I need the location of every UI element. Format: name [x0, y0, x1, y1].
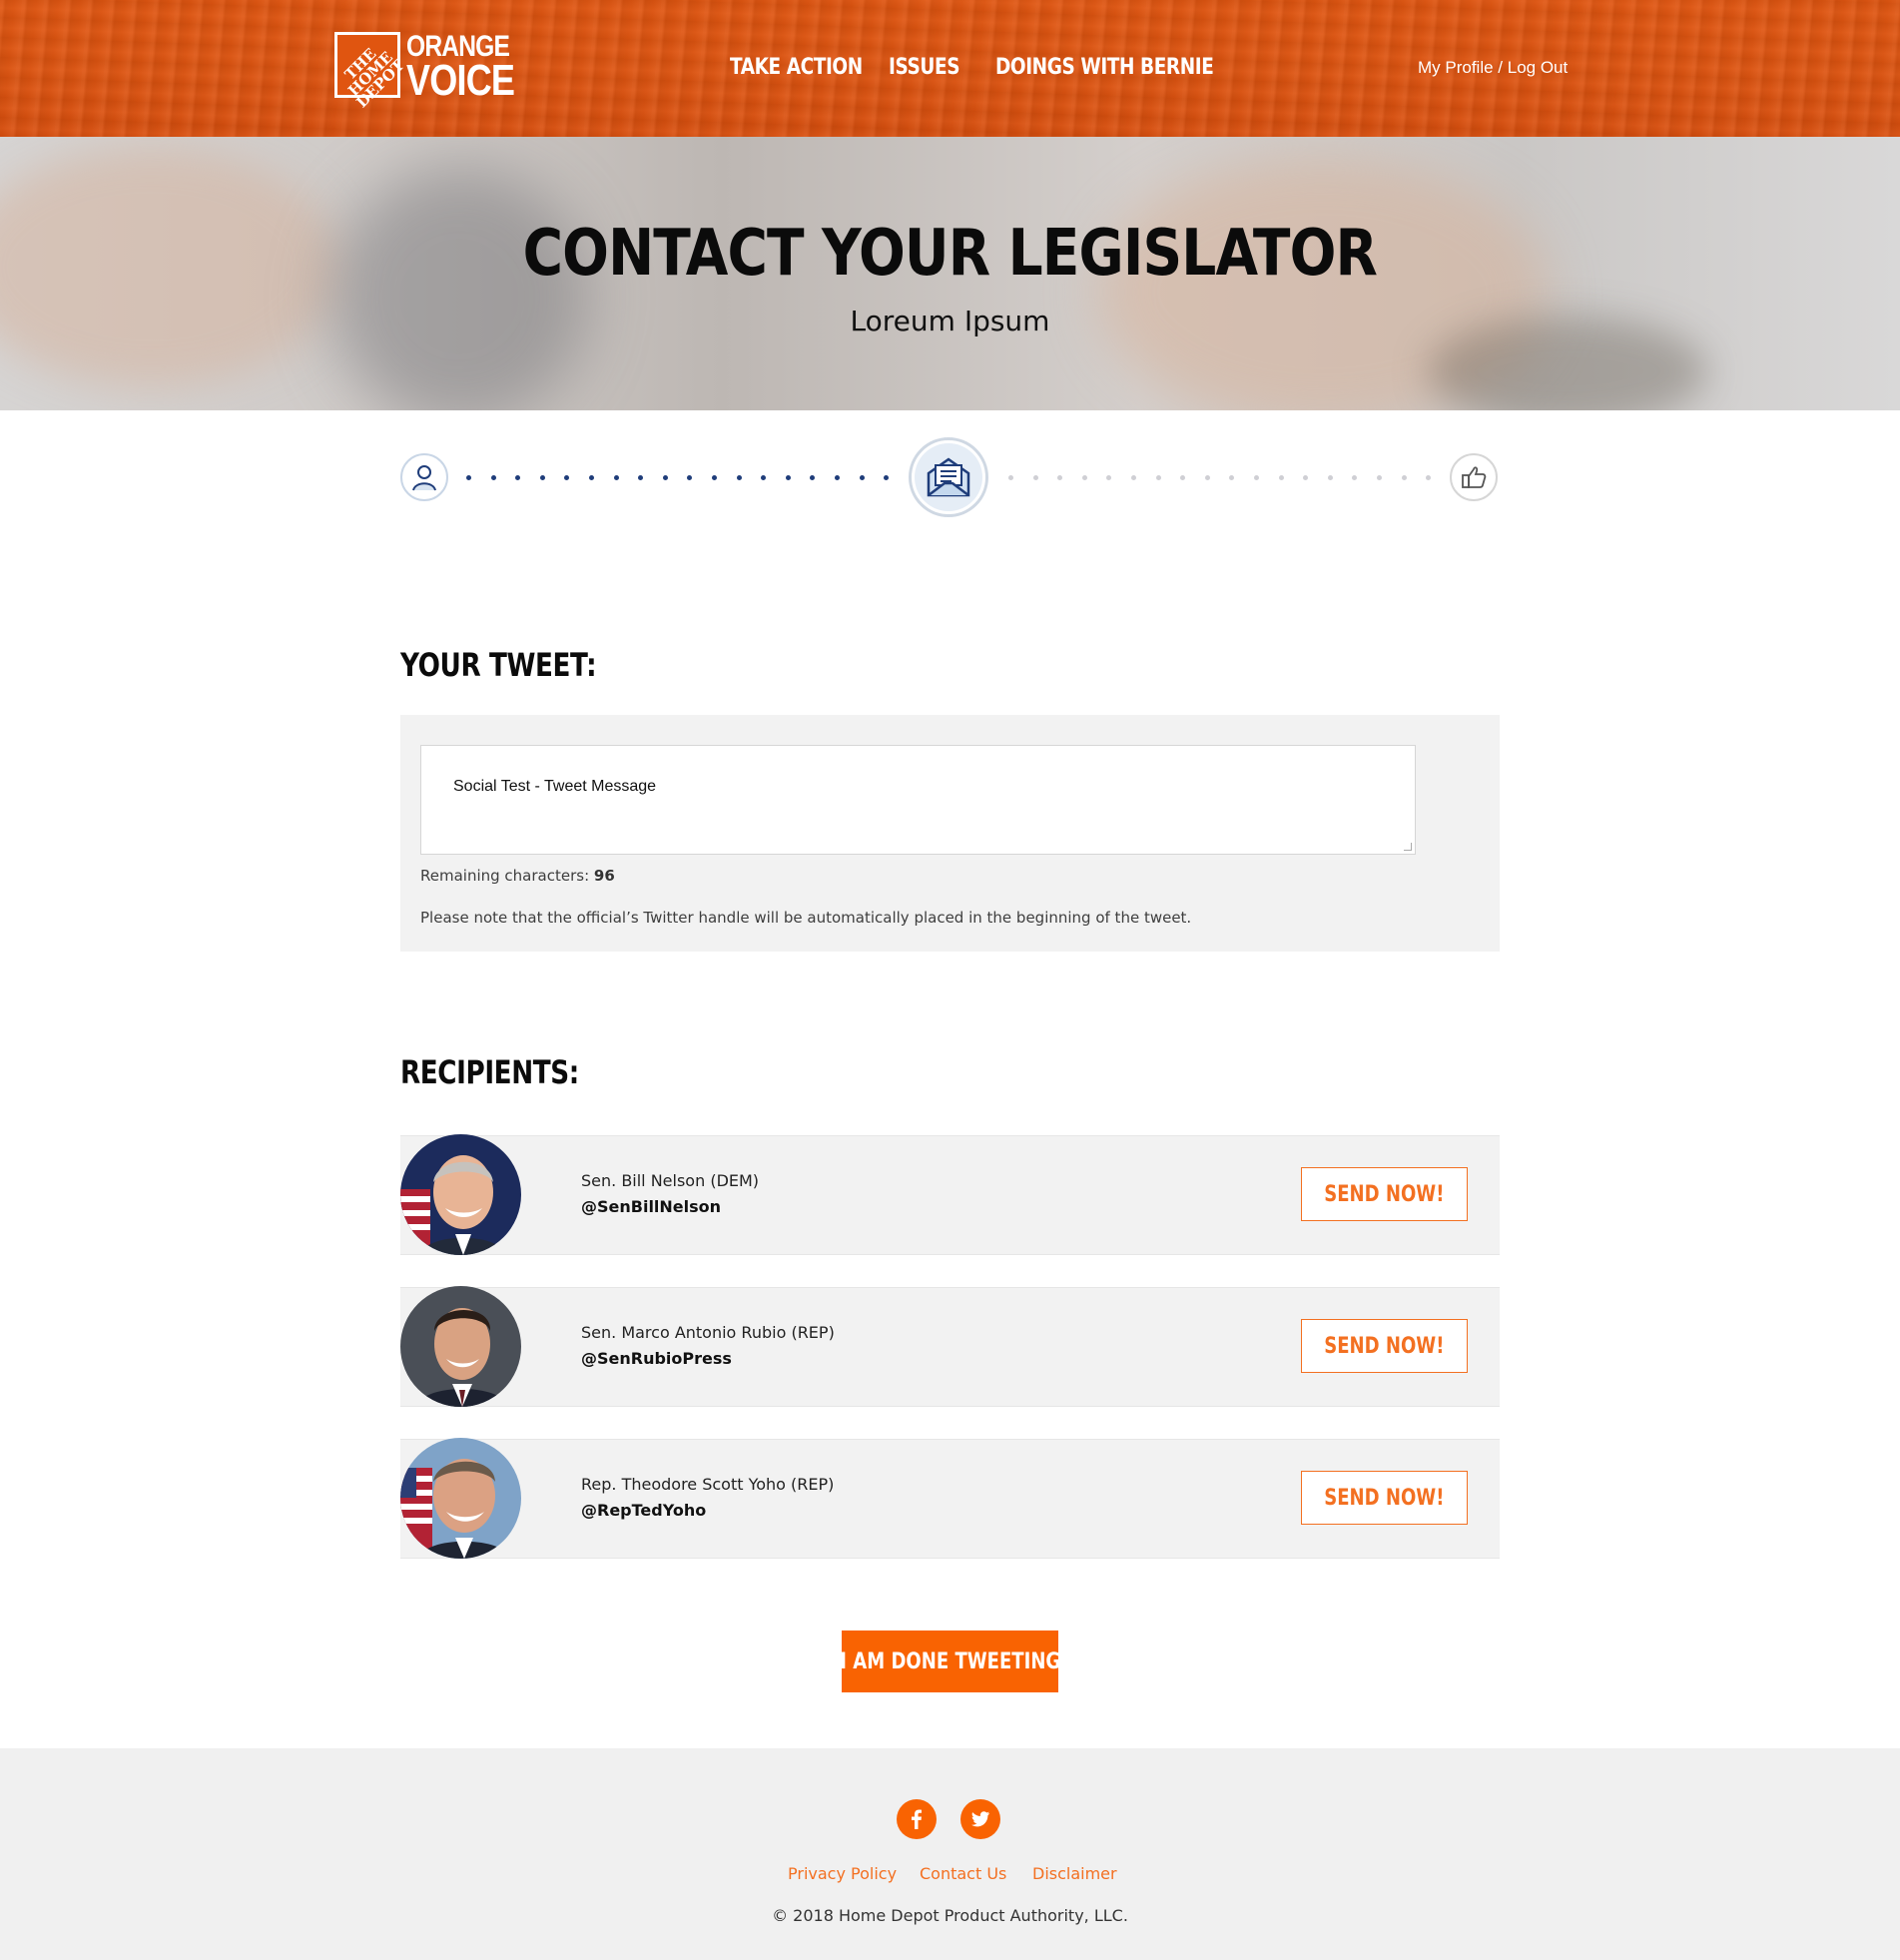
logo-word-voice: VOICE: [406, 56, 515, 105]
stepper-dot: [613, 475, 619, 480]
contact-us-link[interactable]: Contact Us: [920, 1864, 1006, 1883]
recipients-heading: RECIPIENTS:: [400, 1053, 579, 1091]
stepper-dot: [564, 475, 570, 480]
copyright-text: © 2018 Home Depot Product Authority, LLC…: [772, 1906, 1128, 1925]
stepper-dot: [539, 475, 545, 480]
thumbs-up-icon: [1462, 466, 1487, 488]
stepper-dot: [662, 475, 668, 480]
done-tweeting-button[interactable]: I AM DONE TWEETING: [840, 1631, 1060, 1692]
stepper-dot: [1204, 475, 1210, 480]
my-profile-logout-link[interactable]: My Profile / Log Out: [1418, 58, 1568, 78]
twitter-link[interactable]: [960, 1799, 1000, 1839]
tweet-panel: Social Test - Tweet Message Remaining ch…: [400, 715, 1500, 952]
stepper-dot: [761, 475, 767, 480]
stepper-dot: [1377, 475, 1382, 480]
stepper-dot: [859, 475, 865, 480]
step-complete: [1450, 453, 1498, 501]
recipient-name: Rep. Theodore Scott Yoho (REP): [581, 1475, 835, 1494]
facebook-link[interactable]: [897, 1799, 937, 1839]
send-now-button[interactable]: SEND NOW!: [1301, 1471, 1468, 1525]
hero-banner: CONTACT YOUR LEGISLATOR Loreum Ipsum: [0, 137, 1900, 410]
remaining-characters-count: 96: [593, 867, 615, 885]
stepper-dot: [810, 475, 816, 480]
stepper-dot: [1032, 475, 1038, 480]
user-icon: [412, 465, 436, 491]
stepper-dot: [466, 475, 471, 480]
recipient-handle: @SenBillNelson: [581, 1197, 722, 1216]
tweet-textarea[interactable]: Social Test - Tweet Message: [420, 745, 1416, 855]
stepper-dot: [1008, 475, 1013, 480]
nav-take-action[interactable]: TAKE ACTION: [730, 55, 863, 80]
nav-issues[interactable]: ISSUES: [889, 55, 960, 80]
page: THE HOME DEPOT ORANGE VOICE TAKE ACTION …: [0, 0, 1900, 1960]
stepper-dot: [1180, 475, 1186, 480]
stepper-dot: [1303, 475, 1309, 480]
stepper-dot: [1229, 475, 1235, 480]
stepper-dot: [1278, 475, 1284, 480]
recipient-card: Rep. Theodore Scott Yoho (REP) @RepTedYo…: [400, 1438, 1500, 1560]
recipient-name: Sen. Marco Antonio Rubio (REP): [581, 1323, 835, 1342]
stepper-dot: [1426, 475, 1432, 480]
disclaimer-link[interactable]: Disclaimer: [1032, 1864, 1117, 1883]
facebook-icon: [912, 1809, 922, 1829]
stepper-dot: [1057, 475, 1063, 480]
page-title: CONTACT YOUR LEGISLATOR: [522, 217, 1378, 291]
stepper-dot: [1401, 475, 1407, 480]
textarea-resize-handle[interactable]: [1404, 843, 1412, 851]
stepper-dot: [490, 475, 496, 480]
stepper-dot: [515, 475, 521, 480]
stepper-dot: [1131, 475, 1136, 480]
recipient-card: Sen. Bill Nelson (DEM) @SenBillNelson SE…: [400, 1134, 1500, 1256]
send-now-button[interactable]: SEND NOW!: [1301, 1167, 1468, 1221]
stepper-dot: [589, 475, 594, 480]
envelope-icon: [927, 457, 970, 497]
logo-box-text: THE HOME DEPOT: [340, 44, 408, 112]
send-now-button[interactable]: SEND NOW!: [1301, 1319, 1468, 1373]
stepper-dot: [1106, 475, 1112, 480]
remaining-characters: Remaining characters: 96: [420, 867, 615, 885]
recipient-avatar: [400, 1134, 521, 1255]
stepper-dot: [1352, 475, 1358, 480]
stepper-dot: [736, 475, 742, 480]
stepper-dot: [785, 475, 791, 480]
stepper-dot: [1081, 475, 1087, 480]
stepper-dot: [884, 475, 890, 480]
stepper-dot: [1254, 475, 1259, 480]
home-depot-logo-box: THE HOME DEPOT: [334, 32, 407, 111]
nav-doings-with-bernie[interactable]: DOINGS WITH BERNIE: [995, 55, 1214, 80]
stepper-dot: [1155, 475, 1161, 480]
twitter-handle-note: Please note that the official’s Twitter …: [420, 909, 1192, 927]
step-message: [909, 437, 988, 517]
stepper-dot: [1327, 475, 1333, 480]
recipient-avatar: [400, 1438, 521, 1559]
twitter-icon: [970, 1811, 990, 1827]
remaining-characters-label: Remaining characters:: [420, 867, 590, 885]
page-subtitle: Loreum Ipsum: [850, 305, 1050, 337]
progress-stepper: [400, 437, 1499, 521]
stepper-dot: [638, 475, 644, 480]
stepper-dot: [835, 475, 840, 480]
site-header: THE HOME DEPOT ORANGE VOICE TAKE ACTION …: [0, 0, 1900, 137]
privacy-policy-link[interactable]: Privacy Policy: [788, 1864, 897, 1883]
recipient-card: Sen. Marco Antonio Rubio (REP) @SenRubio…: [400, 1286, 1500, 1408]
orange-voice-logo[interactable]: THE HOME DEPOT ORANGE VOICE: [334, 30, 515, 111]
stepper-dot: [712, 475, 717, 480]
recipient-handle: @RepTedYoho: [581, 1501, 707, 1520]
stepper-dot: [687, 475, 693, 480]
recipient-avatar: [400, 1286, 521, 1407]
site-footer: Privacy Policy Contact Us Disclaimer © 2…: [0, 1748, 1900, 1960]
your-tweet-heading: YOUR TWEET:: [400, 646, 597, 684]
recipient-handle: @SenRubioPress: [581, 1349, 732, 1368]
recipient-name: Sen. Bill Nelson (DEM): [581, 1171, 760, 1190]
step-profile: [400, 453, 448, 501]
tweet-message-text: Social Test - Tweet Message: [453, 778, 657, 795]
